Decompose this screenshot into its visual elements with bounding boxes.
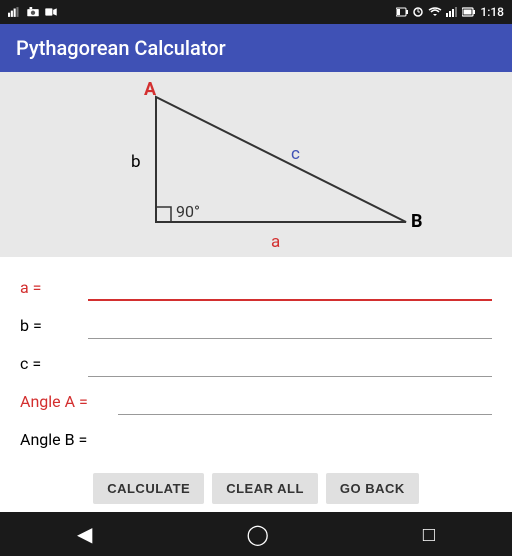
- clear-all-button[interactable]: CLEAR ALL: [212, 473, 318, 504]
- video-icon: [44, 7, 58, 17]
- app-title: Pythagorean Calculator: [16, 36, 226, 60]
- battery-low-icon: [396, 7, 408, 17]
- label-a: a =: [20, 278, 80, 297]
- button-row: CALCULATE CLEAR ALL GO BACK: [0, 465, 512, 512]
- back-nav-icon[interactable]: ◀: [77, 522, 92, 546]
- status-bar: 1:18: [0, 0, 512, 24]
- field-row-angle-b: Angle B =: [20, 421, 492, 457]
- input-a[interactable]: [88, 273, 492, 301]
- form-area: a = b = c = Angle A = Angle B =: [0, 257, 512, 465]
- calculate-button[interactable]: CALCULATE: [93, 473, 204, 504]
- triangle-diagram: A B b c a 90°: [76, 77, 436, 252]
- go-back-button[interactable]: GO BACK: [326, 473, 419, 504]
- battery-icon: [462, 7, 476, 17]
- label-b: b =: [20, 316, 80, 335]
- recent-nav-icon[interactable]: □: [423, 522, 435, 547]
- field-row-a: a =: [20, 269, 492, 305]
- label-angle-a: Angle A =: [20, 392, 110, 411]
- signal-icon: [8, 7, 22, 17]
- side-c-label: c: [291, 144, 300, 164]
- status-icons-left: [8, 7, 58, 17]
- home-nav-icon[interactable]: ◯: [246, 522, 268, 546]
- app-bar: Pythagorean Calculator: [0, 24, 512, 72]
- signal-bars-icon: [446, 7, 458, 17]
- angle-label: 90°: [176, 202, 200, 221]
- label-c: c =: [20, 354, 80, 373]
- nav-bar: ◀ ◯ □: [0, 512, 512, 556]
- input-c[interactable]: [88, 349, 492, 377]
- alarm-icon: [412, 7, 424, 17]
- status-icons-right: 1:18: [396, 5, 504, 19]
- side-a-label: a: [271, 232, 280, 252]
- label-angle-b: Angle B =: [20, 430, 110, 449]
- field-row-c: c =: [20, 345, 492, 381]
- input-angle-a[interactable]: [118, 387, 492, 415]
- time-display: 1:18: [480, 5, 504, 19]
- vertex-b-label: B: [411, 211, 423, 232]
- diagram-area: A B b c a 90°: [0, 72, 512, 257]
- wifi-icon: [428, 7, 442, 17]
- field-row-b: b =: [20, 307, 492, 343]
- vertex-a-label: A: [144, 79, 157, 100]
- field-row-angle-a: Angle A =: [20, 383, 492, 419]
- side-b-label: b: [131, 152, 141, 172]
- camera-icon: [26, 7, 40, 17]
- input-b[interactable]: [88, 311, 492, 339]
